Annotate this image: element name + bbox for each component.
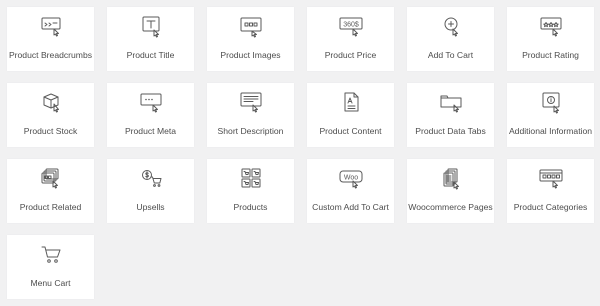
widget-product-stock[interactable]: Product Stock [7,83,94,147]
price-icon-text: 360$ [343,22,359,29]
widget-label: Product Breadcrumbs [8,50,93,60]
add-to-cart-icon [438,15,464,39]
widget-product-price[interactable]: 360$ Product Price [307,7,394,71]
upsells-icon [138,167,164,191]
stock-icon [38,91,64,115]
widget-label: Additional Information [508,126,593,136]
widget-label: Custom Add To Cart [312,202,389,212]
widget-label: Product Data Tabs [415,126,486,136]
widget-product-title[interactable]: Product Title [107,7,194,71]
widget-label: Add To Cart [427,50,474,60]
widget-label: Product Stock [23,126,78,136]
widget-label: Product Images [220,50,281,60]
widget-custom-add-to-cart[interactable]: Woo Custom Add To Cart [307,159,394,223]
widget-label: Product Categories [513,202,588,212]
products-icon [238,167,264,191]
meta-icon [138,91,164,115]
widget-label: Products [233,202,268,212]
content-icon [338,91,364,115]
related-icon [38,167,64,191]
widget-product-rating[interactable]: Product Rating [507,7,594,71]
widget-product-related[interactable]: Product Related [7,159,94,223]
price-icon: 360$ [338,15,364,39]
custom-add-to-cart-icon: Woo [338,167,364,191]
images-icon [238,15,264,39]
widget-product-breadcrumbs[interactable]: Product Breadcrumbs [7,7,94,71]
widget-product-content[interactable]: Product Content [307,83,394,147]
widget-products[interactable]: Products [207,159,294,223]
widget-label: Product Content [319,126,382,136]
widget-label: Product Related [19,202,82,212]
widget-woocommerce-pages[interactable]: Woocommerce Pages [407,159,494,223]
widget-product-categories[interactable]: Product Categories [507,159,594,223]
woo-icon-text: Woo [343,174,357,181]
widget-label: Product Rating [522,50,579,60]
widget-label: Menu Cart [30,278,71,288]
rating-icon [538,15,564,39]
title-icon [138,15,164,39]
widget-label: Upsells [136,202,165,212]
additional-information-icon [538,91,564,115]
widget-product-meta[interactable]: Product Meta [107,83,194,147]
widget-upsells[interactable]: Upsells [107,159,194,223]
breadcrumbs-icon [38,15,64,39]
widget-menu-cart[interactable]: Menu Cart [7,235,94,299]
menu-cart-icon [38,243,64,267]
widget-additional-information[interactable]: Additional Information [507,83,594,147]
widget-label: Woocommerce Pages [408,202,493,212]
widget-label: Product Price [324,50,377,60]
widget-add-to-cart[interactable]: Add To Cart [407,7,494,71]
widget-product-data-tabs[interactable]: Product Data Tabs [407,83,494,147]
widget-label: Short Description [217,126,284,136]
widget-label: Product Meta [124,126,177,136]
widget-grid: Product Breadcrumbs Product Title Produc… [0,0,600,306]
woocommerce-pages-icon [438,167,464,191]
widget-short-description[interactable]: Short Description [207,83,294,147]
widget-product-images[interactable]: Product Images [207,7,294,71]
widget-label: Product Title [126,50,175,60]
categories-icon [538,167,564,191]
short-description-icon [238,91,264,115]
data-tabs-icon [438,91,464,115]
